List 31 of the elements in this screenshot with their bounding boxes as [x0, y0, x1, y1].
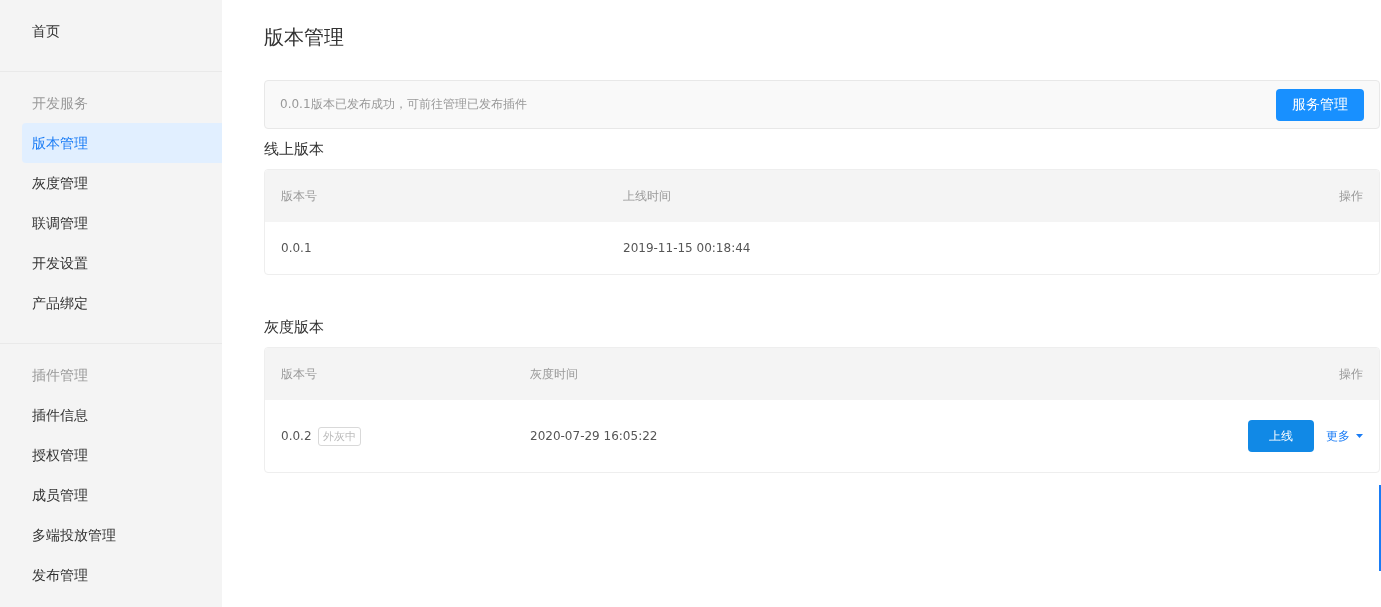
column-header: 版本号	[281, 187, 318, 205]
column-header: 上线时间	[623, 187, 672, 205]
sidebar-item[interactable]: 成员管理	[22, 475, 222, 515]
sidebar-item[interactable]: 插件信息	[22, 395, 222, 435]
sidebar-item[interactable]: 发布管理	[22, 555, 222, 595]
table-cell: 0.0.1	[281, 241, 312, 255]
caret-icon	[1356, 434, 1363, 438]
page-title: 版本管理	[264, 24, 344, 51]
sidebar-section-title: 插件管理	[31, 366, 89, 385]
sidebar-item[interactable]: 授权管理	[22, 435, 222, 475]
column-header: 版本号	[281, 365, 318, 383]
go-online-button[interactable]: 上线	[1248, 420, 1314, 452]
column-header: 操作	[1339, 187, 1363, 205]
sidebar-item[interactable]: 产品绑定	[22, 283, 222, 323]
table-cell-text: 2020-07-29 16:05:22	[530, 429, 659, 443]
table-cell: 0.0.2	[281, 429, 312, 443]
table-cell-text: 2019-11-15 00:18:44	[623, 241, 752, 255]
more-dropdown[interactable]: 更多	[1326, 427, 1363, 445]
sidebar-item[interactable]: 开发设置	[22, 243, 222, 283]
sidebar-item[interactable]: 多端投放管理	[22, 515, 222, 555]
status-tag: 外灰中	[317, 426, 361, 446]
column-header: 灰度时间	[530, 365, 579, 383]
sidebar-item[interactable]: 版本管理	[22, 123, 222, 163]
sidebar-section-title: 开发服务	[31, 94, 89, 113]
section-title: 线上版本	[264, 139, 324, 160]
section-title: 灰度版本	[264, 317, 324, 338]
column-header: 操作	[1339, 365, 1363, 383]
sidebar-item[interactable]: 首页	[22, 11, 222, 51]
sidebar-item[interactable]: 联调管理	[22, 203, 222, 243]
sidebar-item[interactable]: 灰度管理	[22, 163, 222, 203]
notice-text: 0.0.1版本已发布成功，可前往管理已发布插件	[280, 96, 527, 113]
